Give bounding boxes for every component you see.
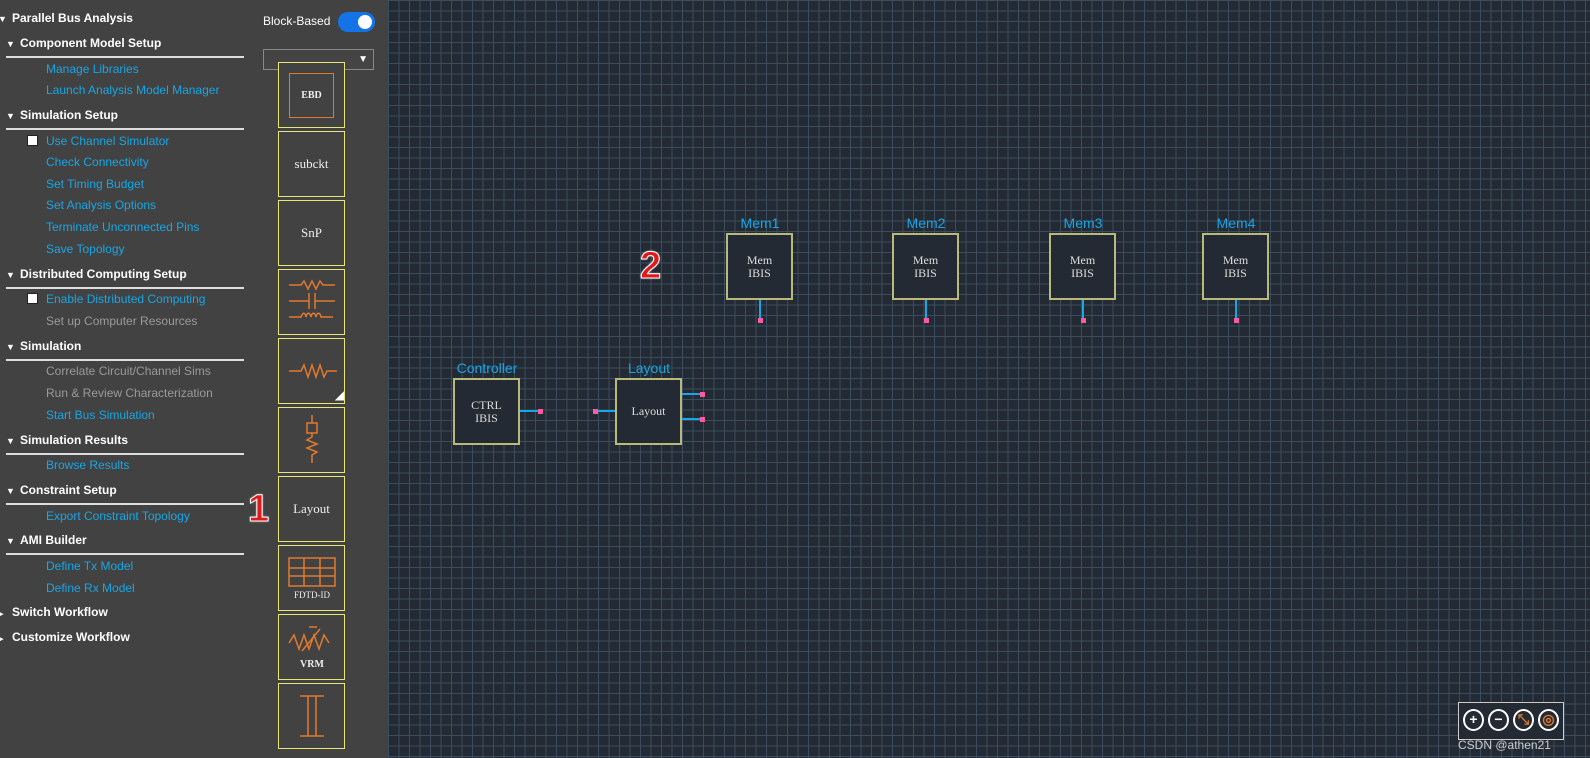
block-title: Mem2 bbox=[906, 215, 946, 231]
annotation-1: 1 bbox=[247, 488, 270, 531]
section-header[interactable]: ▼ Simulation bbox=[6, 337, 244, 361]
palette-tile-layout[interactable]: Layout bbox=[278, 476, 345, 542]
zoom-selection-icon[interactable]: ◎ bbox=[1538, 709, 1559, 731]
zoom-in-icon[interactable]: + bbox=[1463, 709, 1484, 731]
pin-wire bbox=[925, 300, 927, 320]
block-title: Controller bbox=[456, 360, 518, 376]
palette-tile-vrm[interactable]: VRM bbox=[278, 614, 345, 680]
workflow-link[interactable]: Save Topology bbox=[46, 240, 125, 258]
section-header[interactable]: ▼ Simulation Results bbox=[6, 431, 244, 455]
pin[interactable] bbox=[538, 409, 543, 414]
collapse-icon: ▶ bbox=[0, 611, 4, 618]
workflow-link[interactable]: Run & Review Characterization bbox=[46, 384, 213, 402]
workflow-link[interactable]: Export Constraint Topology bbox=[46, 507, 190, 525]
expand-icon: ▼ bbox=[6, 536, 15, 546]
topology-canvas[interactable]: Mem1 Mem IBIS Mem2 Mem IBIS Mem3 Mem IBIS Mem4 Mem… bbox=[388, 0, 1590, 758]
workflow-switch[interactable]: ▶ Switch Workflow bbox=[0, 603, 108, 621]
pin-wire bbox=[759, 300, 761, 320]
expand-icon: ◢ bbox=[334, 388, 344, 402]
block-based-toggle[interactable] bbox=[338, 12, 375, 32]
block-based-label: Block-Based bbox=[263, 14, 331, 28]
block-mem3[interactable]: Mem IBIS bbox=[1049, 233, 1116, 300]
pin-wire bbox=[1235, 300, 1237, 320]
pin[interactable] bbox=[700, 392, 705, 397]
checkbox[interactable] bbox=[27, 135, 38, 146]
workflow-sidebar: ▼ Parallel Bus Analysis ▼ Component Model S… bbox=[0, 0, 248, 758]
pin[interactable] bbox=[758, 318, 763, 323]
workflow-link[interactable]: Manage Libraries bbox=[46, 60, 139, 78]
expand-icon: ▼ bbox=[6, 436, 15, 446]
annotation-2: 2 bbox=[639, 245, 662, 288]
workflow-link[interactable]: Correlate Circuit/Channel Sims bbox=[46, 362, 211, 380]
zoom-out-icon[interactable]: − bbox=[1488, 709, 1509, 731]
pin[interactable] bbox=[700, 417, 705, 422]
pin[interactable] bbox=[593, 409, 598, 414]
pin-wire bbox=[1082, 300, 1084, 320]
section-header[interactable]: ▼ Simulation Setup bbox=[6, 106, 244, 130]
block-title: Mem3 bbox=[1063, 215, 1103, 231]
workflow-link[interactable]: Terminate Unconnected Pins bbox=[46, 218, 199, 236]
palette-tile-fdtd-id[interactable]: FDTD-ID bbox=[278, 545, 345, 611]
pin-wire bbox=[682, 418, 702, 420]
workflow-link[interactable]: Enable Distributed Computing bbox=[46, 290, 205, 308]
palette-tile-transmission-line[interactable] bbox=[278, 683, 345, 749]
pin[interactable] bbox=[1081, 318, 1086, 323]
pin[interactable] bbox=[1234, 318, 1239, 323]
chevron-down-icon: ▼ bbox=[358, 54, 368, 65]
watermark: CSDN @athen21 bbox=[1458, 738, 1551, 752]
zoom-toolbar: + − ⤡ ◎ bbox=[1458, 702, 1564, 740]
svg-text:FDTD-ID: FDTD-ID bbox=[294, 590, 330, 600]
svg-text:VRM: VRM bbox=[300, 659, 324, 670]
expand-icon: ▼ bbox=[6, 39, 15, 49]
block-mem1[interactable]: Mem IBIS bbox=[726, 233, 793, 300]
block-title: Layout bbox=[627, 360, 671, 376]
palette-tile-termination[interactable] bbox=[278, 407, 345, 473]
section-header[interactable]: ▼ Distributed Computing Setup bbox=[6, 265, 244, 289]
collapse-icon: ▶ bbox=[0, 636, 4, 643]
checkbox[interactable] bbox=[27, 293, 38, 304]
workflow-link[interactable]: Browse Results bbox=[46, 456, 129, 474]
section-header[interactable]: ▼ Component Model Setup bbox=[6, 34, 244, 58]
workflow-link[interactable]: Check Connectivity bbox=[46, 153, 149, 171]
palette-tile-rlc[interactable] bbox=[278, 269, 345, 335]
pin-wire bbox=[520, 410, 540, 412]
workflow-link[interactable]: Define Rx Model bbox=[46, 579, 135, 597]
zoom-fit-icon[interactable]: ⤡ bbox=[1513, 709, 1534, 731]
section-header[interactable]: ▼ AMI Builder bbox=[6, 531, 244, 555]
workflow-link[interactable]: Launch Analysis Model Manager bbox=[46, 81, 219, 99]
palette-tile-resistor[interactable]: ◢ bbox=[278, 338, 345, 404]
block-ctrl[interactable]: CTRL IBIS bbox=[453, 378, 520, 445]
expand-icon: ▼ bbox=[6, 270, 15, 280]
pin[interactable] bbox=[924, 318, 929, 323]
pin-wire bbox=[595, 410, 615, 412]
block-layout[interactable]: Layout bbox=[615, 378, 682, 445]
block-mem4[interactable]: Mem IBIS bbox=[1202, 233, 1269, 300]
workflow-link[interactable]: Define Tx Model bbox=[46, 557, 133, 575]
workflow-link[interactable]: Start Bus Simulation bbox=[46, 406, 155, 424]
expand-icon: ▼ bbox=[6, 342, 15, 352]
block-title: Mem1 bbox=[740, 215, 780, 231]
workflow-link[interactable]: Set up Computer Resources bbox=[46, 312, 197, 330]
block-title: Mem4 bbox=[1216, 215, 1256, 231]
palette-tile-snp[interactable]: SnP bbox=[278, 200, 345, 266]
expand-icon: ▼ bbox=[6, 486, 15, 496]
workflow-link[interactable]: Set Analysis Options bbox=[46, 196, 156, 214]
expand-icon: ▼ bbox=[6, 111, 15, 121]
workflow-customize[interactable]: ▶ Customize Workflow bbox=[0, 628, 130, 646]
pin-wire bbox=[682, 393, 702, 395]
block-mem2[interactable]: Mem IBIS bbox=[892, 233, 959, 300]
workflow-link[interactable]: Use Channel Simulator bbox=[46, 132, 169, 150]
section-header[interactable]: ▼ Constraint Setup bbox=[6, 481, 244, 505]
workflow-root[interactable]: ▼ Parallel Bus Analysis bbox=[0, 9, 133, 27]
palette-tile-ebd[interactable]: EBD bbox=[278, 62, 345, 128]
expand-icon: ▼ bbox=[0, 14, 7, 24]
workflow-link[interactable]: Set Timing Budget bbox=[46, 175, 144, 193]
palette-tile-subckt[interactable]: subckt bbox=[278, 131, 345, 197]
